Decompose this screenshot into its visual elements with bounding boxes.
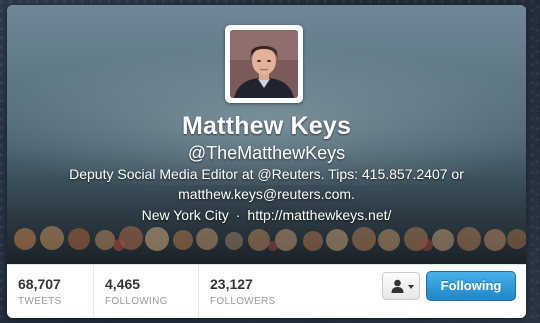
- meta-separator: ·: [235, 207, 241, 223]
- tweets-count: 68,707: [18, 276, 61, 292]
- followers-count: 23,127: [210, 276, 253, 292]
- avatar[interactable]: [230, 30, 298, 98]
- bokeh-lights: [14, 226, 526, 251]
- following-button[interactable]: Following: [426, 271, 516, 301]
- stat-following[interactable]: 4,465 FOLLOWING: [93, 265, 198, 318]
- profile-meta: New York City · http://matthewkeys.net/: [7, 207, 526, 223]
- tweets-label: TWEETS: [18, 296, 62, 307]
- profile-location: New York City: [141, 207, 229, 223]
- following-count: 4,465: [105, 276, 141, 292]
- caret-down-icon: [408, 285, 414, 289]
- followers-label: FOLLOWERS: [210, 296, 276, 307]
- profile-bio: Deputy Social Media Editor at @Reuters. …: [69, 166, 464, 202]
- avatar-frame[interactable]: [225, 25, 303, 103]
- profile-name[interactable]: Matthew Keys: [7, 112, 526, 141]
- avatar-photo: [230, 30, 298, 98]
- stat-tweets[interactable]: 68,707 TWEETS: [18, 265, 93, 318]
- profile-website-link[interactable]: http://matthewkeys.net/: [247, 207, 391, 223]
- profile-header: Matthew Keys @TheMatthewKeys Deputy Soci…: [7, 5, 526, 264]
- user-actions-dropdown[interactable]: [382, 272, 420, 300]
- stat-followers[interactable]: 23,127 FOLLOWERS: [198, 265, 308, 318]
- following-label: FOLLOWING: [105, 296, 168, 307]
- person-icon: [391, 279, 404, 293]
- profile-handle[interactable]: @TheMatthewKeys: [7, 143, 526, 164]
